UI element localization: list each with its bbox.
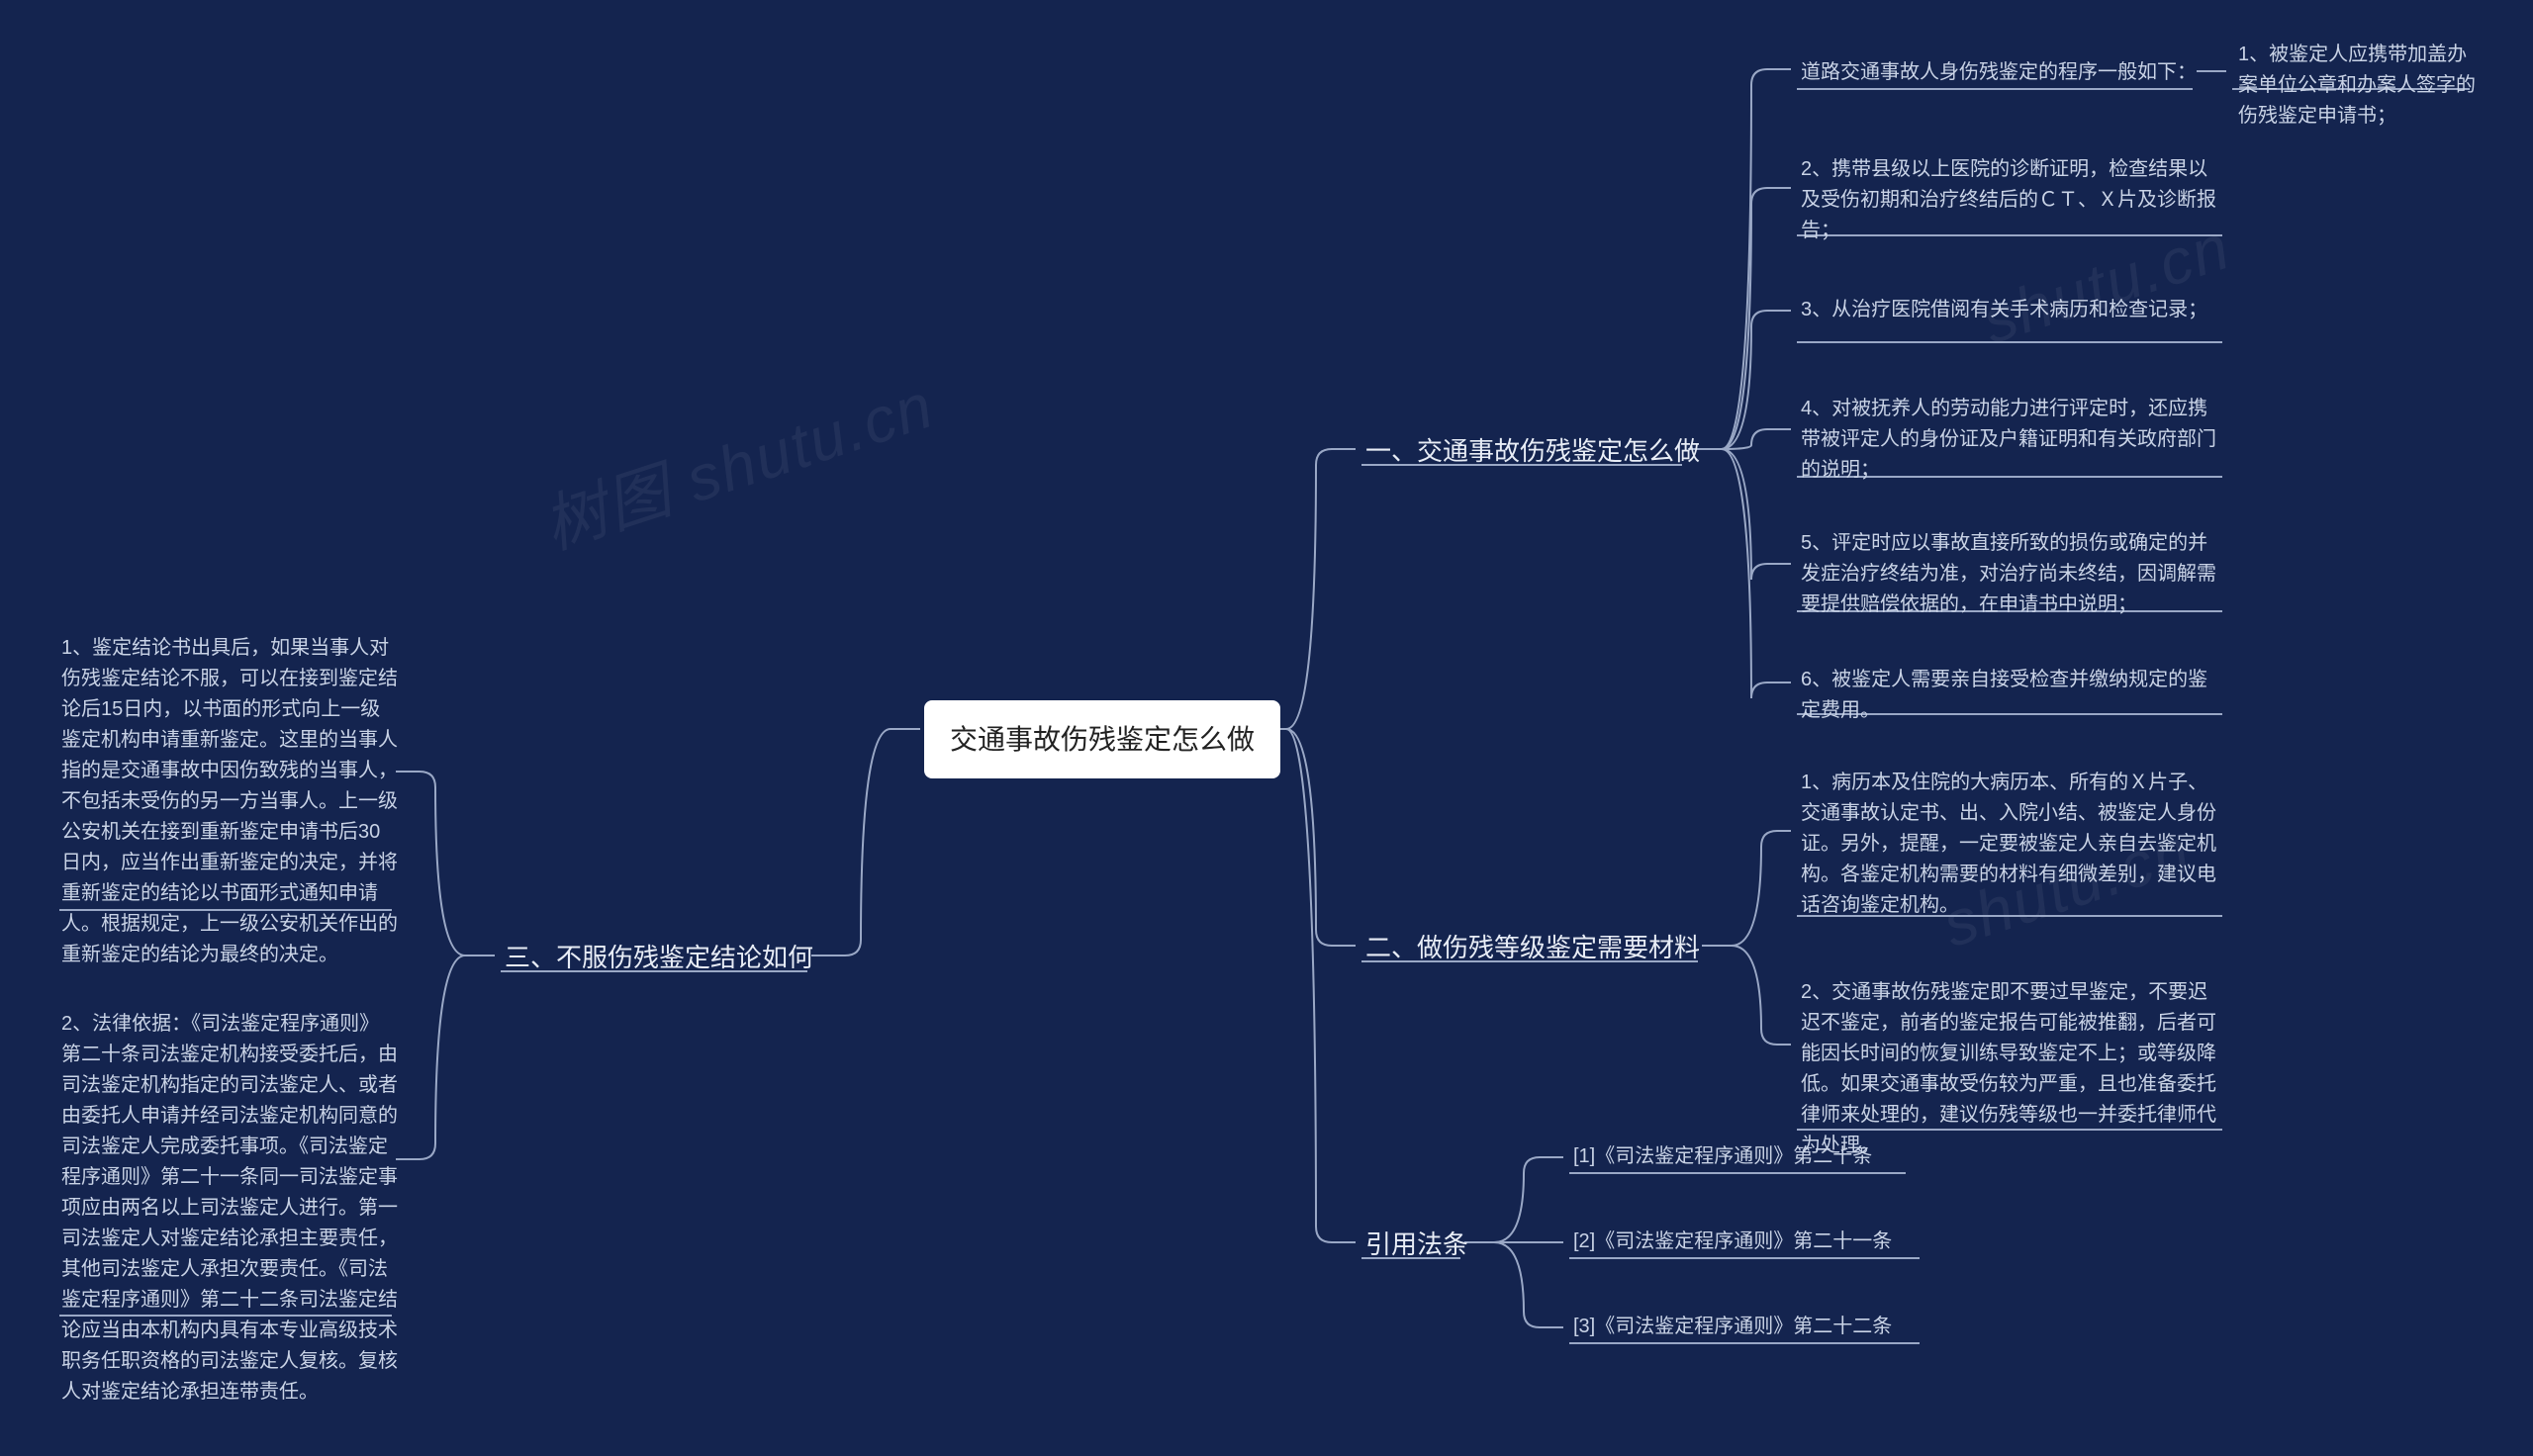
branch-3-label: 三、不服伤残鉴定结论如何: [505, 943, 813, 972]
branch-3-item-1-text: 1、鉴定结论书出具后，如果当事人对伤残鉴定结论不服，可以在接到鉴定结论后15日内…: [61, 637, 398, 965]
branch-1-item-4[interactable]: 4、对被抚养人的劳动能力进行评定时，还应携带被评定人的身份证及户籍证明和有关政府…: [1801, 394, 2226, 486]
branch-1-item-3[interactable]: 3、从治疗医院借阅有关手术病历和检查记录；: [1801, 295, 2207, 325]
branch-1-item-1[interactable]: 道路交通事故人身伤残鉴定的程序一般如下：: [1801, 57, 2197, 88]
branch-1-item-1-sub[interactable]: 1、被鉴定人应携带加盖办案单位公章和办案人签字的伤残鉴定申请书；: [2238, 40, 2476, 132]
root-node[interactable]: 交通事故伤残鉴定怎么做: [924, 700, 1280, 778]
citation-2[interactable]: [2]《司法鉴定程序通则》第二十一条: [1573, 1227, 1892, 1257]
branch-1-item-3-text: 3、从治疗医院借阅有关手术病历和检查记录；: [1801, 299, 2207, 320]
branch-2-item-1-text: 1、病历本及住院的大病历本、所有的Ｘ片子、交通事故认定书、出、入院小结、被鉴定人…: [1801, 772, 2216, 916]
citation-1[interactable]: [1]《司法鉴定程序通则》第二十条: [1573, 1141, 1872, 1172]
branch-citations-label: 引用法条: [1365, 1229, 1468, 1259]
branch-3-item-2[interactable]: 2、法律依据：《司法鉴定程序通则》第二十条司法鉴定机构接受委托后，由司法鉴定机构…: [61, 1009, 398, 1408]
branch-2-item-1[interactable]: 1、病历本及住院的大病历本、所有的Ｘ片子、交通事故认定书、出、入院小结、被鉴定人…: [1801, 768, 2226, 921]
branch-1-item-5-text: 5、评定时应以事故直接所致的损伤或确定的并发症治疗终结为准，对治疗尚未终结，因调…: [1801, 532, 2216, 615]
citation-2-text: [2]《司法鉴定程序通则》第二十一条: [1573, 1230, 1892, 1252]
branch-1-item-1-sub-text: 1、被鉴定人应携带加盖办案单位公章和办案人签字的伤残鉴定申请书；: [2238, 44, 2476, 127]
branch-2-label: 二、做伤残等级鉴定需要材料: [1365, 933, 1700, 962]
citation-3-text: [3]《司法鉴定程序通则》第二十二条: [1573, 1316, 1892, 1337]
branch-1-label: 一、交通事故伤残鉴定怎么做: [1365, 436, 1700, 466]
branch-1-item-2-text: 2、携带县级以上医院的诊断证明，检查结果以及受伤初期和治疗终结后的ＣＴ、Ｘ片及诊…: [1801, 158, 2216, 241]
branch-1-item-6-text: 6、被鉴定人需要亲自接受检查并缴纳规定的鉴定费用。: [1801, 669, 2207, 721]
root-label: 交通事故伤残鉴定怎么做: [950, 724, 1255, 755]
citation-1-text: [1]《司法鉴定程序通则》第二十条: [1573, 1145, 1872, 1167]
branch-2-item-2-text: 2、交通事故伤残鉴定即不要过早鉴定，不要迟迟不鉴定，前者的鉴定报告可能被推翻，后…: [1801, 981, 2216, 1156]
watermark: 树图 shutu.cn: [530, 355, 944, 567]
branch-3[interactable]: 三、不服伤残鉴定结论如何: [505, 938, 813, 977]
branch-1-item-5[interactable]: 5、评定时应以事故直接所致的损伤或确定的并发症治疗终结为准，对治疗尚未终结，因调…: [1801, 528, 2226, 620]
branch-1-item-2[interactable]: 2、携带县级以上医院的诊断证明，检查结果以及受伤初期和治疗终结后的ＣＴ、Ｘ片及诊…: [1801, 154, 2226, 246]
branch-1-item-6[interactable]: 6、被鉴定人需要亲自接受检查并缴纳规定的鉴定费用。: [1801, 665, 2226, 726]
branch-2-item-2[interactable]: 2、交通事故伤残鉴定即不要过早鉴定，不要迟迟不鉴定，前者的鉴定报告可能被推翻，后…: [1801, 977, 2226, 1161]
citation-3[interactable]: [3]《司法鉴定程序通则》第二十二条: [1573, 1312, 1892, 1342]
branch-1-item-4-text: 4、对被抚养人的劳动能力进行评定时，还应携带被评定人的身份证及户籍证明和有关政府…: [1801, 398, 2216, 481]
branch-citations[interactable]: 引用法条: [1365, 1225, 1468, 1264]
branch-3-item-2-text: 2、法律依据：《司法鉴定程序通则》第二十条司法鉴定机构接受委托后，由司法鉴定机构…: [61, 1013, 398, 1403]
branch-1[interactable]: 一、交通事故伤残鉴定怎么做: [1365, 431, 1700, 471]
branch-3-item-1[interactable]: 1、鉴定结论书出具后，如果当事人对伤残鉴定结论不服，可以在接到鉴定结论后15日内…: [61, 633, 398, 970]
branch-1-item-1-text: 道路交通事故人身伤残鉴定的程序一般如下：: [1801, 61, 2197, 83]
branch-2[interactable]: 二、做伤残等级鉴定需要材料: [1365, 928, 1700, 967]
